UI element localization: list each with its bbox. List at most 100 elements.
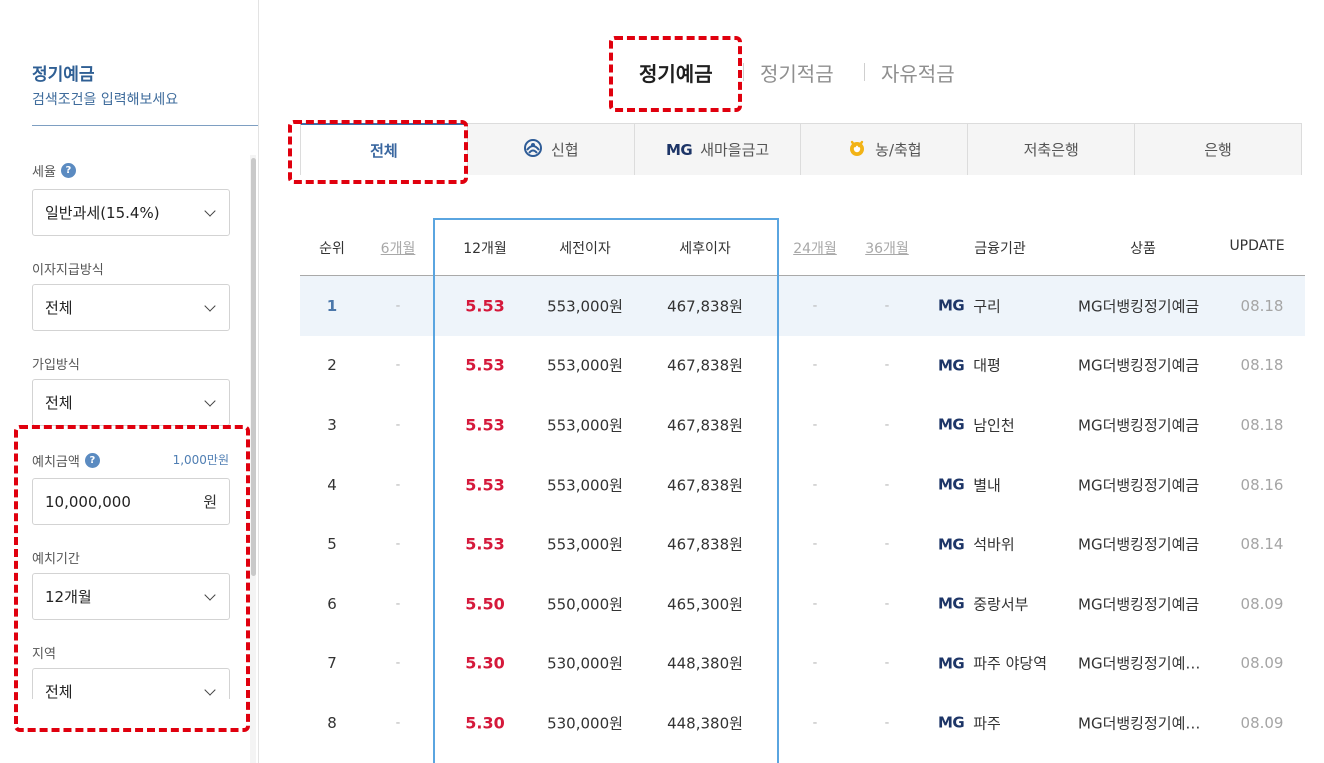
period-select[interactable]: 12개월 <box>32 573 230 620</box>
cell-m24: - <box>812 417 818 433</box>
inst-tab-nonghyup[interactable]: 농/축협 <box>801 123 969 175</box>
cell-institution: MG 중랑서부 <box>938 593 1028 614</box>
amount-help-icon[interactable]: ? <box>84 453 100 468</box>
cell-posttax: 448,380원 <box>667 654 743 673</box>
institution-name: 석바위 <box>973 535 1015 554</box>
col-rank: 순위 <box>319 241 345 257</box>
cell-rank: 6 <box>327 594 337 613</box>
cell-m12: 5.53 <box>465 355 505 375</box>
cell-pretax: 553,000원 <box>547 416 623 435</box>
period-select-value: 12개월 <box>45 588 92 606</box>
cell-m36: - <box>884 298 890 314</box>
join-select[interactable]: 전체 <box>32 379 230 426</box>
inst-tab-label: 전체 <box>370 141 398 160</box>
cell-update: 08.16 <box>1240 475 1284 494</box>
col-12m[interactable]: 12개월 <box>463 238 507 258</box>
inst-tab-savings-bank[interactable]: 저축은행 <box>968 123 1136 175</box>
cell-m6: - <box>395 536 401 552</box>
tab-installment-savings[interactable]: 정기적금 <box>760 58 834 87</box>
institution-name: 파주 야당역 <box>973 654 1048 673</box>
tax-help-icon[interactable]: ? <box>60 163 76 178</box>
inst-tab-label: 신협 <box>550 141 579 159</box>
table-row[interactable]: 7 - 5.30 530,000원 448,380원 - - 08.09 MG 파주 야당역 MG더… <box>300 634 1305 694</box>
cell-m12: 5.53 <box>465 534 505 554</box>
institution-name: 별내 <box>973 476 1001 495</box>
cell-m12: 5.53 <box>465 296 505 316</box>
table-row[interactable]: 3 - 5.53 553,000원 467,838원 - - 08.18 MG 남인천 MG더뱅킹정… <box>300 395 1305 455</box>
cell-posttax: 467,838원 <box>667 356 743 375</box>
col-36m[interactable]: 36개월 <box>865 238 909 258</box>
sidebar-scrollbar-thumb[interactable] <box>251 158 256 576</box>
col-institution: 금융기관 <box>974 241 1026 257</box>
cell-product[interactable]: MG더뱅킹정기예… <box>1078 653 1200 674</box>
cell-institution: MG 대평 <box>938 355 1001 376</box>
cell-rank: 3 <box>327 415 337 434</box>
table-row[interactable]: 8 - 5.30 530,000원 448,380원 - - 08.09 MG 파주 MG더뱅킹정기… <box>300 693 1305 753</box>
cell-m12: 5.53 <box>465 475 505 495</box>
cell-product[interactable]: MG더뱅킹정기예금 <box>1078 474 1199 495</box>
institution-name: 파주 <box>973 714 1001 733</box>
chevron-down-icon <box>204 394 216 407</box>
cell-product[interactable]: MG더뱅킹정기예금 <box>1078 534 1199 555</box>
col-24m[interactable]: 24개월 <box>793 238 837 258</box>
join-label: 가입방식 <box>32 358 80 373</box>
cell-pretax: 553,000원 <box>547 476 623 495</box>
tab-fixed-deposit[interactable]: 정기예금 <box>639 58 713 87</box>
mg-logo-icon: MG <box>938 713 965 732</box>
table-body: 1 - 5.53 553,000원 467,838원 - - 08.18 MG 구리 MG더뱅킹정기… <box>300 276 1305 753</box>
amount-hint: 1,000만원 <box>172 453 229 467</box>
institution-name: 구리 <box>973 297 1001 316</box>
cell-m6: - <box>395 655 401 671</box>
inst-tab-mg[interactable]: MG 새마을금고 <box>634 123 802 175</box>
tab-separator <box>743 63 744 81</box>
cell-m6: - <box>395 715 401 731</box>
tax-select-value: 일반과세(15.4%) <box>45 204 160 222</box>
cell-update: 08.14 <box>1240 535 1284 554</box>
sidebar-clip <box>0 699 249 763</box>
cell-update: 08.18 <box>1240 356 1284 375</box>
cell-product[interactable]: MG더뱅킹정기예… <box>1078 712 1200 733</box>
cell-m6: - <box>395 477 401 493</box>
cell-product[interactable]: MG더뱅킹정기예금 <box>1078 295 1199 316</box>
table-header: 순위 6개월 12개월 세전이자 세후이자 24개월 36개월 금융기관 상품 … <box>300 218 1305 276</box>
table-row[interactable]: 1 - 5.53 553,000원 467,838원 - - 08.18 MG 구리 MG더뱅킹정기… <box>300 276 1305 336</box>
cell-product[interactable]: MG더뱅킹정기예금 <box>1078 355 1199 376</box>
table-row[interactable]: 6 - 5.50 550,000원 465,300원 - - 08.09 MG 중랑서부 MG더뱅킹… <box>300 574 1305 634</box>
cell-institution: MG 구리 <box>938 295 1001 316</box>
amount-unit: 원 <box>203 493 217 511</box>
table-row[interactable]: 4 - 5.53 553,000원 467,838원 - - 08.16 MG 별내 MG더뱅킹정기… <box>300 455 1305 515</box>
cell-m24: - <box>812 655 818 671</box>
cell-rank: 4 <box>327 475 337 494</box>
cell-pretax: 530,000원 <box>547 714 623 733</box>
product-type-tabs: 정기예금 정기적금 자유적금 <box>0 54 1324 94</box>
cell-product[interactable]: MG더뱅킹정기예금 <box>1078 414 1199 435</box>
tax-select[interactable]: 일반과세(15.4%) <box>32 189 230 236</box>
join-select-value: 전체 <box>45 394 73 412</box>
sidebar-divider <box>32 125 258 126</box>
cell-update: 08.09 <box>1240 594 1284 613</box>
cell-institution: MG 석바위 <box>938 534 1015 555</box>
cell-posttax: 467,838원 <box>667 297 743 316</box>
cell-m24: - <box>812 298 818 314</box>
search-sidebar: 정기예금 검색조건을 입력해보세요 세율 ? 일반과세(15.4%) 이자지급방… <box>0 0 259 763</box>
inst-tab-all[interactable]: 전체 <box>300 123 468 175</box>
chevron-down-icon <box>204 299 216 312</box>
amount-input[interactable]: 10,000,000 원 <box>32 478 230 525</box>
cell-m24: - <box>812 715 818 731</box>
mg-logo-icon: MG <box>938 415 965 434</box>
cell-m12: 5.30 <box>465 653 505 673</box>
cell-update: 08.09 <box>1240 654 1284 673</box>
chevron-down-icon <box>204 683 216 696</box>
payment-select[interactable]: 전체 <box>32 284 230 331</box>
cell-rank: 1 <box>326 296 338 315</box>
table-row[interactable]: 5 - 5.53 553,000원 467,838원 - - 08.14 MG 석바위 MG더뱅킹정… <box>300 514 1305 574</box>
cell-product[interactable]: MG더뱅킹정기예금 <box>1078 593 1199 614</box>
cell-m36: - <box>884 357 890 373</box>
table-row[interactable]: 2 - 5.53 553,000원 467,838원 - - 08.18 MG 대평 MG더뱅킹정기… <box>300 336 1305 396</box>
col-6m[interactable]: 6개월 <box>381 238 416 258</box>
cell-posttax: 467,838원 <box>667 416 743 435</box>
nonghyup-logo-icon <box>847 138 867 162</box>
inst-tab-shinhyup[interactable]: 신협 <box>467 123 635 175</box>
tab-free-savings[interactable]: 자유적금 <box>881 58 955 87</box>
inst-tab-bank[interactable]: 은행 <box>1135 123 1302 175</box>
